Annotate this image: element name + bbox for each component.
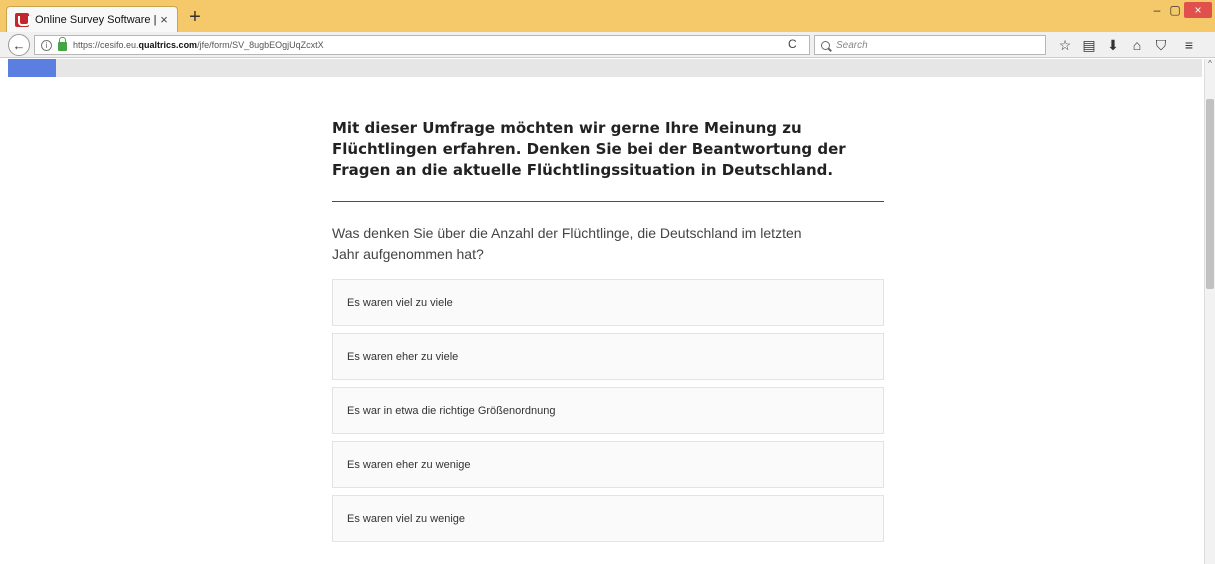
search-input[interactable]: Search	[814, 35, 1046, 55]
answer-option[interactable]: Es waren eher zu wenige	[332, 441, 884, 488]
scroll-up-arrow-icon[interactable]: ^	[1205, 59, 1215, 71]
search-icon	[821, 40, 830, 50]
url-text[interactable]: https://cesifo.eu.qualtrics.com/jfe/form…	[73, 40, 324, 50]
minimize-button[interactable]: –	[1148, 2, 1166, 18]
lock-icon	[58, 36, 67, 51]
info-icon[interactable]: i	[41, 39, 52, 51]
answer-options: Es waren viel zu viele Es waren eher zu …	[332, 279, 884, 542]
pocket-icon[interactable]: ⛉	[1152, 36, 1170, 54]
close-window-button[interactable]: ×	[1184, 2, 1212, 18]
back-button[interactable]: ←	[8, 34, 30, 56]
survey-intro-text: Mit dieser Umfrage möchten wir gerne Ihr…	[332, 119, 846, 179]
scroll-thumb[interactable]	[1206, 99, 1214, 289]
qualtrics-favicon-icon	[15, 12, 30, 27]
reading-list-icon[interactable]: ▤	[1080, 36, 1098, 54]
download-icon[interactable]: ⬇	[1104, 36, 1122, 54]
section-divider	[332, 201, 884, 202]
reload-button[interactable]: C	[788, 37, 797, 51]
answer-option[interactable]: Es waren viel zu wenige	[332, 495, 884, 542]
home-icon[interactable]: ⌂	[1128, 36, 1146, 54]
answer-option[interactable]: Es war in etwa die richtige Größenordnun…	[332, 387, 884, 434]
address-bar[interactable]: i https://cesifo.eu.qualtrics.com/jfe/fo…	[34, 35, 810, 55]
search-placeholder: Search	[836, 39, 868, 51]
menu-icon[interactable]: ≡	[1180, 36, 1198, 54]
new-tab-button[interactable]: +	[184, 7, 206, 29]
answer-option[interactable]: Es waren viel zu viele	[332, 279, 884, 326]
maximize-button[interactable]: ▢	[1166, 2, 1184, 18]
answer-option[interactable]: Es waren eher zu viele	[332, 333, 884, 380]
browser-title-bar: Online Survey Software | ... × + – ▢ ×	[0, 0, 1215, 32]
survey-content: Mit dieser Umfrage möchten wir gerne Ihr…	[332, 118, 884, 549]
browser-tab[interactable]: Online Survey Software | ... ×	[6, 6, 178, 32]
navigation-bar: ← i https://cesifo.eu.qualtrics.com/jfe/…	[0, 32, 1215, 58]
tab-close-icon[interactable]: ×	[157, 12, 171, 27]
bookmark-star-icon[interactable]: ☆	[1056, 36, 1074, 54]
tab-title: Online Survey Software | ...	[35, 13, 157, 26]
question-text: Was denken Sie über die Anzahl der Flüch…	[332, 225, 802, 262]
page-scrollbar[interactable]: ^	[1204, 59, 1215, 564]
survey-progress-fill	[8, 59, 56, 77]
survey-progress-bar	[8, 59, 1202, 77]
